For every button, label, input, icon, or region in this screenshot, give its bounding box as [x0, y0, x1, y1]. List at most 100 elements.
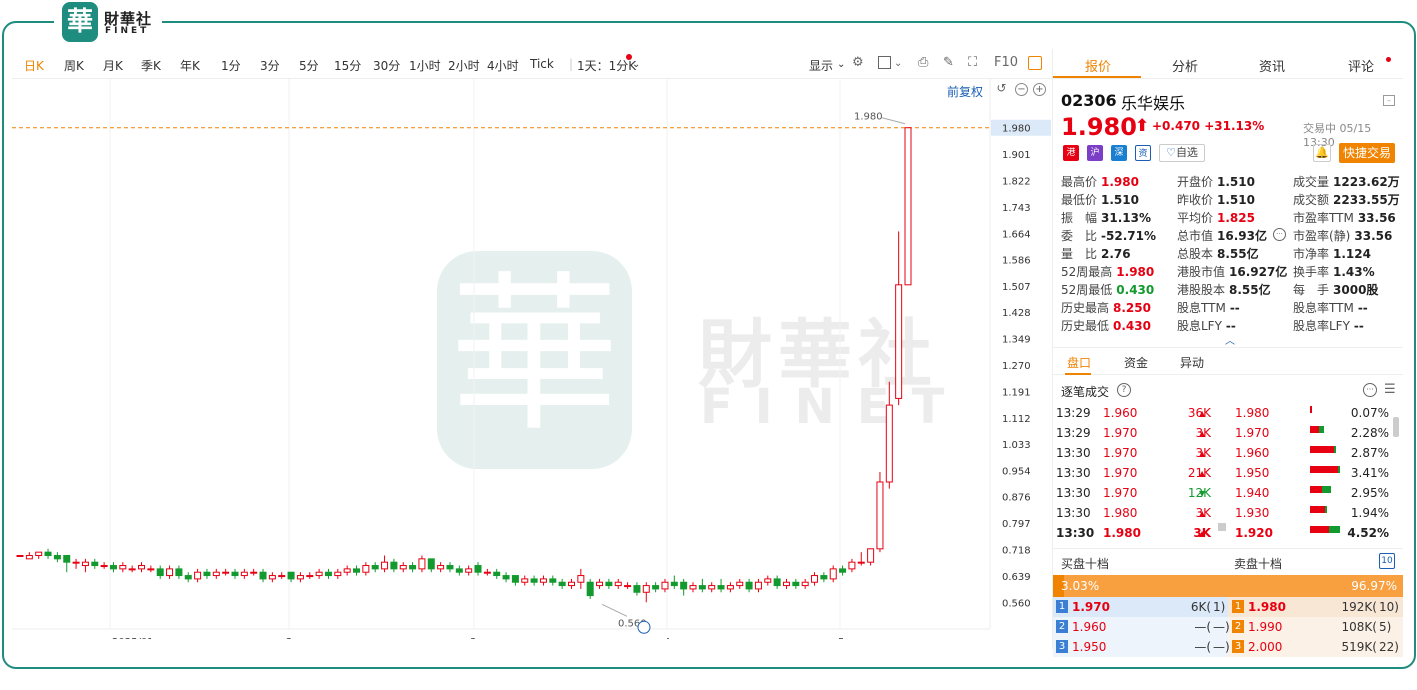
y-tick-label: 0.639: [1002, 572, 1031, 583]
period-tab[interactable]: 3分: [260, 57, 280, 74]
tab-news[interactable]: 资讯: [1259, 56, 1285, 75]
tab-pankou[interactable]: 盘口: [1067, 354, 1091, 371]
metric: 换手率 1.43%: [1293, 263, 1375, 280]
y-tick-label: 1.428: [1002, 308, 1031, 319]
quick-trade-button[interactable]: 快捷交易: [1339, 143, 1395, 163]
chevron-down-icon[interactable]: ⌄: [837, 59, 845, 70]
metric-label: 港股股本: [1177, 283, 1226, 297]
candle-body: [418, 558, 426, 570]
fuquan-select[interactable]: 前复权: [947, 83, 983, 100]
metric-value: 1223.62万: [1333, 175, 1400, 189]
tab-analysis[interactable]: 分析: [1172, 56, 1198, 75]
panel-toggle-icon[interactable]: [1028, 56, 1042, 70]
f10-button[interactable]: F10: [994, 55, 1018, 70]
metric-value: 1.510: [1217, 193, 1255, 207]
help-icon[interactable]: ?: [1117, 383, 1131, 397]
change-value: +0.470: [1152, 119, 1201, 133]
display-menu[interactable]: 显示: [809, 57, 833, 74]
tab-movement[interactable]: 异动: [1180, 354, 1204, 371]
scrollbar[interactable]: [1393, 417, 1399, 437]
metric: 委 比 -52.71%: [1061, 227, 1156, 244]
candle-body: [511, 575, 519, 583]
candle-body: [577, 575, 585, 583]
metric: 成交额 2233.55万: [1293, 191, 1400, 208]
list-icon[interactable]: ☰: [1384, 382, 1396, 397]
active-tab-underline: [1053, 76, 1141, 78]
chevron-down-icon[interactable]: ⌄: [894, 58, 902, 69]
zoom-in-icon[interactable]: +: [1033, 83, 1046, 96]
kline-chart[interactable]: 華 財華社 FINET 1.980 1.901 1.822 1.743 1.664 1.5…: [12, 79, 1052, 639]
metric: 成交量 1223.62万: [1293, 173, 1400, 190]
level-badge: 3: [1232, 640, 1244, 653]
reset-icon[interactable]: ↺: [995, 82, 1008, 96]
period-tab[interactable]: 周K: [64, 57, 84, 74]
metric-label: 市净率: [1293, 247, 1330, 261]
ask-ratio: 96.97%: [1351, 579, 1397, 593]
chevron-up-icon[interactable]: ︿: [1225, 332, 1235, 347]
y-tick-label: 1.980: [1002, 124, 1031, 135]
candle-body: [184, 575, 192, 580]
period-tab[interactable]: 4小时: [487, 57, 519, 74]
candle-body: [268, 575, 276, 580]
candle-body: [885, 404, 893, 483]
bid-price: 1.950: [1072, 640, 1107, 654]
metric: 量 比 2.76: [1061, 245, 1131, 262]
period-tab[interactable]: 季K: [141, 57, 161, 74]
expand-icon[interactable]: –: [1383, 95, 1395, 106]
period-tab[interactable]: 日K: [24, 57, 44, 74]
fullscreen-icon[interactable]: ⛶: [968, 55, 977, 70]
tick-time: 13:30: [1056, 446, 1091, 460]
candle-body: [717, 585, 725, 590]
candle-body: [754, 581, 762, 590]
add-watchlist-button[interactable]: ♡自选: [1159, 144, 1205, 162]
tick-row: 13:30 1.970 21K ▲ 1.950 3.41%: [1053, 465, 1403, 485]
period-tab[interactable]: 月K: [103, 57, 123, 74]
x-tick-label: 2: [286, 637, 292, 639]
orderbook-row[interactable]: 2 1.960 —(—) 2 1.990 108K(5): [1053, 617, 1403, 637]
candle-body: [586, 581, 594, 597]
candle-body: [876, 481, 884, 550]
period-tab[interactable]: 1小时: [409, 57, 441, 74]
candle-body: [147, 568, 155, 571]
pen-icon[interactable]: ✎: [943, 55, 954, 70]
metric-label: 历史最高: [1061, 301, 1110, 315]
metric-label: 市盈率(静): [1293, 229, 1351, 243]
zoom-out-icon[interactable]: −: [1015, 83, 1028, 96]
scroll-indicator: [1218, 523, 1226, 531]
tab-quote[interactable]: 报价: [1085, 56, 1111, 75]
period-tab[interactable]: 5分: [299, 57, 319, 74]
tab-comments[interactable]: 评论: [1348, 56, 1374, 75]
chevron-down-icon[interactable]: ⌄: [632, 59, 640, 70]
period-tab[interactable]: Tick: [530, 57, 554, 71]
candle-body: [708, 585, 716, 590]
more-icon[interactable]: ···: [1363, 383, 1377, 397]
period-tab[interactable]: 15分: [334, 57, 361, 74]
candle-body: [399, 565, 407, 570]
ask-count: 5): [1379, 620, 1392, 634]
candle-body: [100, 565, 108, 568]
orderbook-row[interactable]: 1 1.970 6K(1) 1 1.980 192K(10): [1053, 597, 1403, 617]
bell-icon[interactable]: 🔔: [1313, 144, 1331, 162]
tab-funds[interactable]: 资金: [1124, 354, 1148, 371]
camera-icon[interactable]: ⎙: [918, 55, 928, 70]
period-tab[interactable]: 2小时: [448, 57, 480, 74]
more-icon[interactable]: ···: [1273, 228, 1286, 241]
period-tab[interactable]: 年K: [180, 57, 200, 74]
orderbook-row[interactable]: 3 1.950 —(—) 3 2.000 519K(22): [1053, 637, 1403, 657]
gear-icon[interactable]: ⚙: [852, 55, 864, 70]
candle-body: [670, 581, 678, 587]
period-tab[interactable]: 1分: [221, 57, 241, 74]
candle-body: [736, 581, 744, 587]
stock-name: 乐华娱乐: [1121, 94, 1186, 113]
metric-value: 1.43%: [1333, 265, 1375, 279]
info-icon[interactable]: 资: [1135, 145, 1151, 161]
metric-label: 成交量: [1293, 175, 1330, 189]
candle-body: [539, 578, 547, 583]
period-tab[interactable]: 30分: [373, 57, 400, 74]
square-icon[interactable]: [878, 56, 891, 69]
metric-label: 港股市值: [1177, 265, 1226, 279]
metric: 平均价 1.825: [1177, 209, 1255, 226]
tick-row: 13:30 1.970 12K ▼ 1.940 2.95%: [1053, 485, 1403, 505]
depth-toggle-button[interactable]: 10: [1379, 553, 1395, 569]
y-tick-label: 1.507: [1002, 282, 1031, 293]
